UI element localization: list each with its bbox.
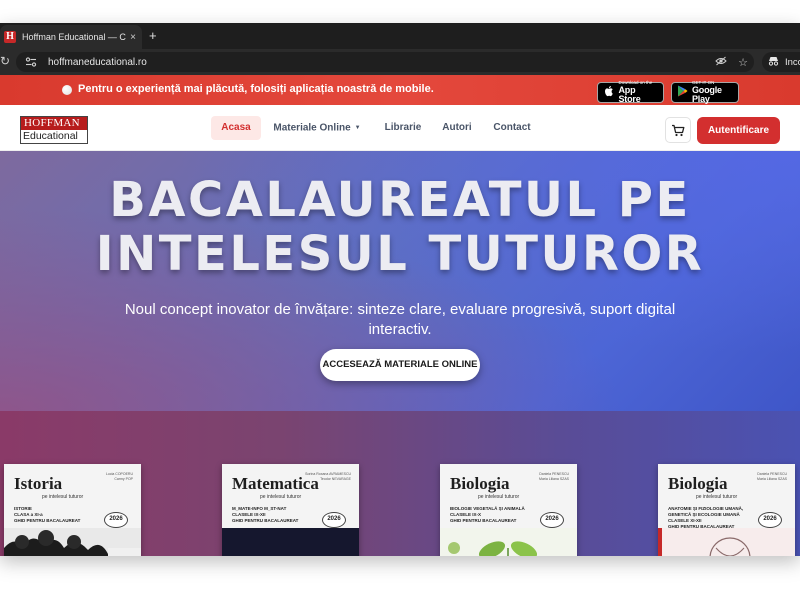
- hero-section: BACALAUREATUL PE INTELESUL TUTUROR Noul …: [0, 151, 800, 411]
- book-title: Biologia: [450, 474, 510, 493]
- cart-button[interactable]: [665, 117, 691, 143]
- cart-icon: [672, 124, 685, 136]
- address-bar[interactable]: hoffmaneducational.ro ☆: [16, 52, 754, 72]
- site-logo[interactable]: HOFFMAN Educational: [20, 116, 88, 144]
- book-authors: Daniela PENESCU Maria Liliana SZAS: [539, 472, 569, 481]
- reload-icon[interactable]: ↻: [0, 54, 12, 68]
- book-year-badge: 2026: [758, 512, 782, 528]
- profile-button[interactable]: Incog: [762, 52, 800, 72]
- book-year-badge: 2026: [104, 512, 128, 528]
- banner-bullet-icon: [62, 85, 72, 95]
- eye-off-icon[interactable]: [710, 56, 732, 69]
- nav-item-label: Materiale Online: [273, 122, 351, 134]
- book-title: Biologia: [668, 474, 728, 493]
- banner-text: Pentru o experiență mai plăcută, folosiț…: [78, 83, 434, 95]
- tab-close-icon[interactable]: ×: [130, 32, 136, 43]
- incognito-icon: [768, 56, 779, 69]
- new-tab-button[interactable]: +: [149, 27, 157, 45]
- hero-subtitle: Noul concept inovator de învățare: sinte…: [124, 301, 676, 338]
- book-cover-art: [4, 528, 141, 556]
- book-info: ANATOMIE ȘI FIZIOLOGIE UMANĂ, GENETICĂ Ș…: [668, 506, 744, 529]
- browser-window: H Hoffman Educational — Carti × + ↻ hoff…: [0, 23, 800, 556]
- app-store-badge[interactable]: Download on the App Store: [597, 81, 664, 104]
- nav-item-librarie[interactable]: Librarie: [378, 116, 428, 140]
- star-icon[interactable]: ☆: [732, 56, 754, 69]
- book-cover-art: [440, 528, 577, 556]
- hero-title-line-2: INTELESUL TUTUROR: [95, 226, 705, 282]
- profile-label: Incog: [785, 56, 800, 68]
- book-card[interactable]: Biologia pe intelesul tuturor Daniela PE…: [658, 464, 795, 556]
- nav-item-contact[interactable]: Contact: [488, 116, 536, 140]
- book-tagline: pe intelesul tuturor: [42, 494, 84, 500]
- book-info: M_MATE-INFO M_ST-NAT CLASELE IX-XII GHID…: [232, 506, 299, 523]
- book-tagline: pe intelesul tuturor: [478, 494, 520, 500]
- chevron-down-icon: ▼: [354, 125, 361, 131]
- favicon-icon: H: [4, 31, 16, 43]
- book-card[interactable]: Biologia pe intelesul tuturor Daniela PE…: [440, 464, 577, 556]
- book-authors: Sorina Roxana AVRAMESCU Teodor NEVARAGE: [305, 472, 351, 481]
- book-year-badge: 2026: [540, 512, 564, 528]
- book-year-badge: 2026: [322, 512, 346, 528]
- hero-title: BACALAUREATUL PE INTELESUL TUTUROR: [0, 173, 800, 281]
- book-info: ISTORIE CLASA a XI-a GHID PENTRU BACALAU…: [14, 506, 81, 523]
- nav-item-materiale-online[interactable]: Materiale Online ▼: [268, 116, 366, 140]
- logo-bottom-text: Educational: [21, 130, 87, 143]
- site-navbar: HOFFMAN Educational Acasa Materiale Onli…: [0, 105, 800, 151]
- site-settings-icon[interactable]: [24, 55, 38, 69]
- tab-strip: H Hoffman Educational — Carti × +: [0, 23, 800, 49]
- login-button[interactable]: Autentificare: [697, 117, 780, 144]
- url-text: hoffmaneducational.ro: [48, 56, 147, 68]
- book-info: BIOLOGIE VEGETALĂ ȘI ANIMALĂ CLASELE IX-…: [450, 506, 525, 523]
- google-play-badge[interactable]: GET IT ON Google Play: [671, 81, 739, 104]
- book-cover-art: [222, 528, 359, 556]
- browser-toolbar: ↻ hoffmaneducational.ro ☆ Incog: [0, 49, 800, 75]
- google-play-big-text: Google Play: [692, 84, 722, 104]
- book-cover-art: [658, 528, 795, 556]
- nav-item-acasa[interactable]: Acasa: [211, 116, 261, 140]
- books-section: Istoria pe intelesul tuturor Lucia COPOE…: [0, 411, 800, 556]
- book-title: Istoria: [14, 474, 63, 493]
- browser-tab[interactable]: H Hoffman Educational — Carti ×: [0, 25, 142, 49]
- hero-title-line-1: BACALAUREATUL PE: [109, 172, 691, 228]
- access-online-materials-button[interactable]: ACCESEAZĂ MATERIALE ONLINE: [320, 349, 480, 381]
- book-tagline: pe intelesul tuturor: [260, 494, 302, 500]
- logo-top-text: HOFFMAN: [21, 117, 87, 130]
- tab-title: Hoffman Educational — Carti: [22, 32, 126, 42]
- google-play-icon: [677, 85, 688, 100]
- book-tagline: pe intelesul tuturor: [696, 494, 738, 500]
- book-card[interactable]: Matematica pe intelesul tuturor Sorina R…: [222, 464, 359, 556]
- book-authors: Lucia COPOERU Carmy POP: [105, 472, 133, 481]
- app-store-big-text: App Store: [618, 84, 641, 104]
- apple-icon: [603, 85, 615, 100]
- book-authors: Daniela PENESCU Maria Liliana SZAS: [757, 472, 787, 481]
- nav-item-autori[interactable]: Autori: [437, 116, 477, 140]
- book-card[interactable]: Istoria pe intelesul tuturor Lucia COPOE…: [4, 464, 141, 556]
- app-download-banner: Pentru o experiență mai plăcută, folosiț…: [0, 75, 800, 105]
